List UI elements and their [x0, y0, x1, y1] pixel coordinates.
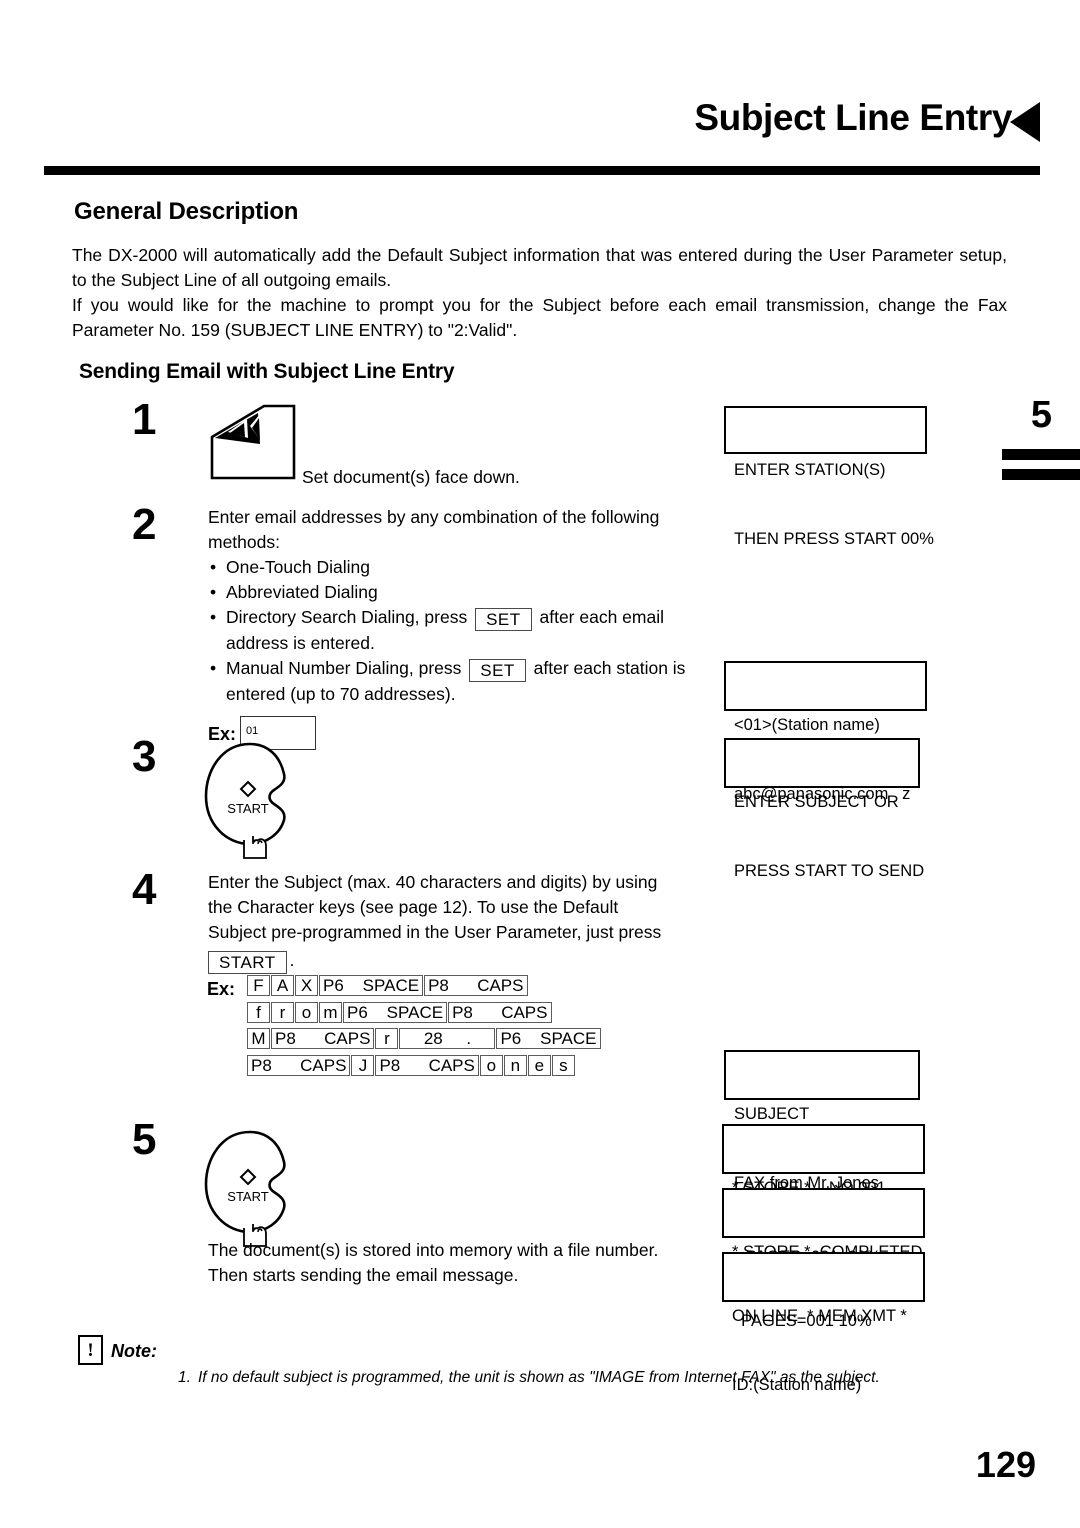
set-key[interactable]: SET — [475, 608, 532, 631]
note-item-number: 1. — [178, 1369, 191, 1386]
character-key[interactable]: o — [479, 1054, 503, 1076]
character-key[interactable]: P6 SPACE — [496, 1028, 601, 1049]
page-header: Subject Line Entry — [0, 0, 1080, 185]
step-4-line-1: Enter the Subject (max. 40 characters an… — [208, 872, 658, 892]
step-4-body: Enter the Subject (max. 40 characters an… — [208, 870, 718, 974]
character-key[interactable]: r — [375, 1028, 399, 1049]
list-item: Directory Search Dialing, press SET afte… — [208, 605, 708, 656]
step-4-line-4: START. — [208, 948, 718, 974]
character-key[interactable]: s — [551, 1054, 575, 1076]
step-3-number: 3 — [132, 732, 157, 781]
bullet-3-pre: Directory Search Dialing, press — [226, 607, 473, 627]
chapter-tab-bar-top — [1002, 449, 1080, 460]
character-key[interactable]: P6 SPACE — [343, 1001, 448, 1023]
left-triangle-icon — [1010, 102, 1040, 142]
character-key[interactable]: 28 . — [399, 1028, 496, 1049]
list-item: Abbreviated Dialing — [208, 580, 708, 605]
general-description-heading: General Description — [74, 198, 299, 225]
intro-paragraph-2: If you would like for the machine to pro… — [72, 295, 1007, 340]
step-5-line-1: The document(s) is stored into memory wi… — [208, 1240, 659, 1260]
note-item-text: If no default subject is programmed, the… — [197, 1369, 880, 1386]
lcd-display-subject-entered: SUBJECT FAX from Mr. Jones — [724, 1050, 927, 1192]
lcd-display-store-progress: * STORE * NO.001 PAGES=001 01% — [722, 1124, 932, 1266]
character-key[interactable]: o — [295, 1001, 318, 1023]
chapter-tab-bar-bottom — [1002, 469, 1080, 480]
lcd-display-on-line: ON LINE * MEM.XMT * ID:(Station name) — [722, 1252, 932, 1394]
lcd-line-1: <01>(Station name) — [734, 716, 880, 734]
lcd-line-1: ENTER STATION(S) — [734, 461, 886, 479]
step-5-number: 5 — [132, 1115, 157, 1164]
step-4-period: . — [289, 950, 295, 970]
lcd-line-2: PRESS START TO SEND — [734, 862, 925, 880]
character-key[interactable]: P8 CAPS — [375, 1054, 479, 1076]
character-key[interactable]: A — [271, 975, 294, 996]
lcd-line-2: THEN PRESS START 00% — [734, 530, 934, 548]
step-2-intro: Enter email addresses by any combination… — [208, 507, 660, 552]
character-key[interactable]: F — [247, 975, 270, 996]
lcd-display-enter-subject: ENTER SUBJECT OR PRESS START TO SEND — [724, 738, 927, 880]
lcd-line-1: ENTER SUBJECT OR — [734, 793, 899, 811]
key-sequence-row-3: M P8 CAPS r 28 . P6 SPACE — [247, 1028, 667, 1052]
intro-paragraph-1: The DX-2000 will automatically add the D… — [72, 245, 1007, 290]
step-5-line-2: Then starts sending the email message. — [208, 1265, 519, 1285]
start-key-label: START — [227, 801, 268, 816]
lcd-line-1: SUBJECT — [734, 1105, 810, 1123]
character-key[interactable]: M — [247, 1028, 270, 1049]
document-stack-icon — [198, 402, 310, 485]
character-key[interactable]: P8 CAPS — [448, 1001, 552, 1023]
character-key[interactable]: P6 SPACE — [319, 975, 424, 996]
page-number: 129 — [975, 1444, 1036, 1485]
character-key[interactable]: e — [527, 1054, 551, 1076]
character-key[interactable]: n — [503, 1054, 527, 1076]
key-sequence-row-4: P8 CAPS J P8 CAPS o n e s — [247, 1054, 667, 1079]
character-key[interactable]: J — [351, 1054, 375, 1076]
step-1-caption: Set document(s) face down. — [302, 467, 520, 487]
character-key-sequence: F A X P6 SPACE P8 CAPS f r o m P6 SPACE P8 CAPS M… — [247, 975, 667, 1081]
step-4-line-3: Subject pre-programmed in the User Param… — [208, 922, 662, 942]
step-1-number: 1 — [132, 395, 157, 444]
start-key-graphic-step3[interactable]: START — [200, 740, 320, 865]
list-item: One-Touch Dialing — [208, 555, 708, 580]
character-key[interactable]: P8 CAPS — [424, 975, 528, 996]
bullet-4-pre: Manual Number Dialing, press — [226, 658, 467, 678]
lcd-display-station-address: <01>(Station name) abc@panasonic.com z — [724, 661, 934, 803]
list-item: Manual Number Dialing, press SET after e… — [208, 656, 708, 707]
step-2-body: Enter email addresses by any combination… — [208, 505, 708, 750]
start-key[interactable]: START — [208, 951, 287, 974]
chapter-tab-number: 5 — [1030, 394, 1052, 436]
step-4-number: 4 — [132, 865, 157, 914]
set-key[interactable]: SET — [469, 659, 526, 682]
start-key-graphic-step5[interactable]: START — [200, 1128, 320, 1253]
note-item: 1. If no default subject is programmed, t… — [178, 1369, 880, 1387]
page-title: Subject Line Entry — [694, 97, 1012, 138]
step-5-body: The document(s) is stored into memory wi… — [208, 1238, 718, 1288]
lcd-line-1: ON LINE * MEM.XMT * — [732, 1307, 907, 1325]
lcd-display-enter-stations: ENTER STATION(S) THEN PRESS START 00% — [724, 406, 934, 548]
key-sequence-row-1: F A X P6 SPACE P8 CAPS — [247, 975, 667, 999]
step-2-number: 2 — [132, 500, 157, 549]
character-key[interactable]: P8 CAPS — [247, 1054, 351, 1076]
character-key[interactable]: f — [247, 1001, 270, 1023]
key-sequence-row-2: f r o m P6 SPACE P8 CAPS — [247, 1001, 667, 1026]
step-2-bullet-list: One-Touch Dialing Abbreviated Dialing Di… — [208, 555, 708, 707]
sending-email-heading: Sending Email with Subject Line Entry — [79, 360, 455, 383]
step-4-example-label: Ex: — [207, 979, 236, 999]
note-label: Note: — [111, 1341, 157, 1361]
start-key-label: START — [227, 1189, 268, 1204]
lcd-display-store-completed: * STORE * COMPLETED PAGES=001 10% — [722, 1188, 932, 1330]
step-4-line-2: the Character keys (see page 12). To use… — [208, 897, 619, 917]
character-key[interactable]: X — [295, 975, 318, 996]
character-key[interactable]: m — [319, 1001, 342, 1023]
intro-paragraphs: The DX-2000 will automatically add the D… — [72, 243, 1007, 343]
character-key[interactable]: r — [271, 1001, 294, 1023]
character-key[interactable]: P8 CAPS — [271, 1028, 375, 1049]
header-divider — [44, 166, 1040, 175]
exclamation-icon: ! — [78, 1335, 103, 1365]
